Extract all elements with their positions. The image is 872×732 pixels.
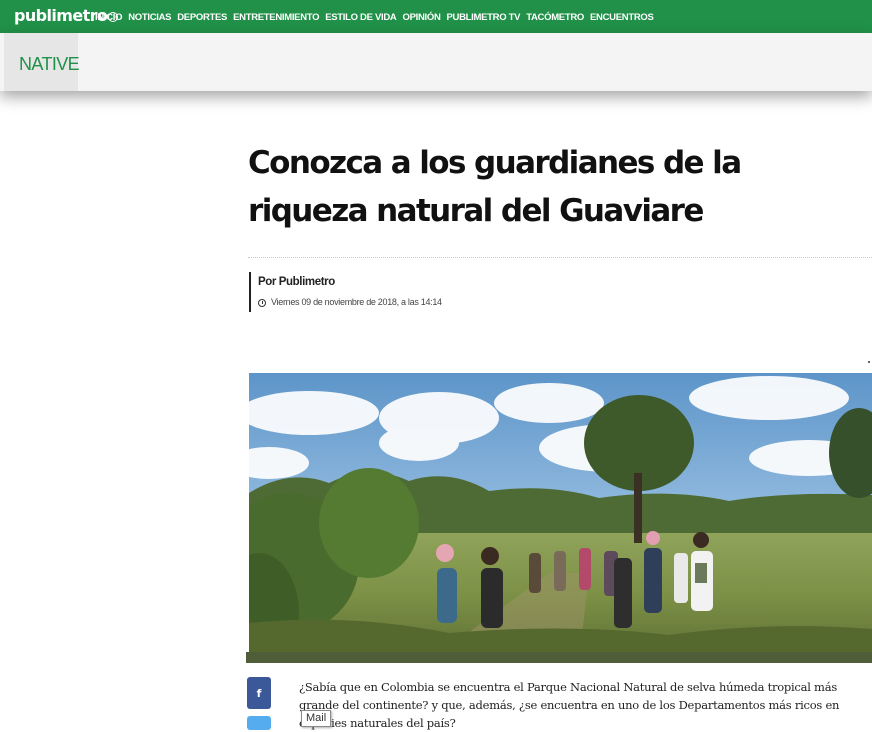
decorative-dot [868, 361, 870, 363]
main-nav: INICIO NOTICIAS DEPORTES ENTRETENIMIENTO… [95, 12, 660, 23]
section-tab-native[interactable]: NATIVE [4, 33, 80, 91]
nav-item-noticias[interactable]: NOTICIAS [128, 12, 171, 23]
facebook-share-button[interactable]: f [247, 677, 271, 709]
nav-item-deportes[interactable]: DEPORTES [177, 12, 227, 23]
divider [248, 257, 872, 258]
image-edge [246, 652, 872, 663]
nav-item-entretenimiento[interactable]: ENTRETENIMIENTO [233, 12, 319, 23]
facebook-icon: f [256, 686, 262, 700]
article-body-paragraph: ¿Sabía que en Colombia se encuentra el P… [299, 680, 840, 730]
publish-date: Viernes 09 de noviembre de 2018, a las 1… [258, 297, 442, 308]
nav-item-estilo-de-vida[interactable]: ESTILO DE VIDA [325, 12, 397, 23]
publish-date-text: Viernes 09 de noviembre de 2018, a las 1… [271, 297, 442, 307]
mail-tooltip: Mail [301, 710, 332, 727]
twitter-share-button[interactable] [247, 716, 271, 730]
logo-text: publimetro [14, 6, 108, 25]
section-bar: NATIVE [0, 33, 872, 91]
article-title: Conozca a los guardianes de la riqueza n… [248, 145, 742, 229]
clock-icon [258, 298, 266, 307]
nav-item-inicio[interactable]: INICIO [95, 12, 123, 23]
section-label: NATIVE [19, 54, 80, 74]
nav-item-encuentros[interactable]: ENCUENTROS [590, 12, 654, 23]
nav-item-publimetro-tv[interactable]: PUBLIMETRO TV [447, 12, 521, 23]
nav-item-opinion[interactable]: OPINIÓN [402, 12, 440, 23]
byline: Por Publimetro Viernes 09 de noviembre d… [249, 272, 442, 312]
author-name[interactable]: Por Publimetro [258, 275, 442, 289]
hero-image [249, 373, 872, 662]
top-navigation-bar: publimetro INICIO NOTICIAS DEPORTES ENTR… [0, 0, 872, 33]
nav-item-tacometro[interactable]: TACÓMETRO [526, 12, 584, 23]
